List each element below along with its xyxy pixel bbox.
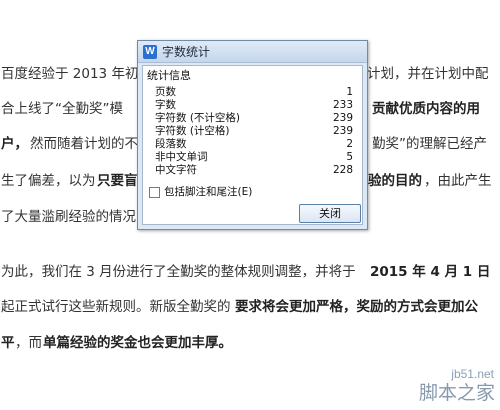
stat-value: 239 [332,112,353,124]
stat-row-non-chinese-words: 非中文单词 5 [155,151,355,163]
doc-text: 计划，并在计划中配 [367,66,489,82]
stat-row-words: 字数 233 [155,99,355,111]
doc-text: 百度经验于 2013 年初 [1,66,139,82]
watermark: jb51.net 脚本之家 [402,367,498,409]
wps-writer-icon: W [143,45,157,59]
stat-row-chars-with-spaces: 字符数 (计空格) 239 [155,125,355,137]
dialog-titlebar[interactable]: W 字数统计 [138,41,367,63]
doc-text-bold: 验的目的 [368,173,422,189]
stat-value: 1 [346,86,353,98]
doc-text-bold: 2015 年 4 月 1 日 [370,264,491,280]
doc-text-bold: 贡献优质内容的用 [372,101,480,117]
doc-text-bold: 平 [1,335,15,351]
doc-text: 生了偏差，以为 [1,173,96,189]
stat-value: 5 [346,151,353,163]
stat-row-pages: 页数 1 [155,86,355,98]
stat-value: 228 [332,164,353,176]
doc-text: 了大量滥刷经验的情况 [1,209,136,225]
stat-label: 字数 [155,99,176,111]
stat-label: 页数 [155,86,176,98]
doc-text-bold: 户， [1,136,28,152]
word-count-dialog: W 字数统计 统计信息 页数 1 字数 233 字符数 (不计空格) 239 字… [137,40,368,230]
stats-group-label: 统计信息 [147,69,191,82]
stat-row-chars-no-spaces: 字符数 (不计空格) 239 [155,112,355,124]
doc-text: 为此，我们在 3 月份进行了全勤奖的整体规则调整，并将于 [1,264,356,280]
doc-text: ，由此产生 [424,173,492,189]
doc-text: ，而 [15,335,42,351]
stat-row-chinese-chars: 中文字符 228 [155,164,355,176]
doc-text: 起正式试行这些新规则。新版全勤奖的 [1,299,231,315]
watermark-site: jb51.net [451,367,494,381]
dialog-title: 字数统计 [162,45,211,59]
doc-text: 勤奖”的理解已经产 [372,136,487,152]
stat-label: 非中文单词 [155,151,208,163]
doc-text-bold: 单篇经验的奖金也会更加丰厚。 [43,335,232,351]
stat-row-paragraphs: 段落数 2 [155,138,355,150]
doc-text: 合上线了“全勤奖”模 [1,101,123,117]
stat-value: 233 [332,99,353,111]
stat-value: 239 [332,125,353,137]
stat-value: 2 [346,138,353,150]
stats-panel: 统计信息 页数 1 字数 233 字符数 (不计空格) 239 字符数 (计空格… [142,65,363,225]
close-button[interactable]: 关闭 [299,204,361,223]
doc-text-bold: 只要盲 [97,173,138,189]
include-footnotes-checkbox[interactable] [149,187,160,198]
doc-text-bold: 要求将会更加严格，奖励的方式会更加公 [235,299,478,315]
stat-label: 中文字符 [155,164,197,176]
stat-label: 字符数 (不计空格) [155,112,241,124]
stat-label: 段落数 [155,138,187,150]
include-footnotes-option[interactable]: 包括脚注和尾注(E) [149,186,299,200]
include-footnotes-label[interactable]: 包括脚注和尾注(E) [164,186,252,199]
stat-label: 字符数 (计空格) [155,125,230,137]
watermark-name: 脚本之家 [418,382,495,404]
doc-text: 然而随着计划的不 [30,136,138,152]
